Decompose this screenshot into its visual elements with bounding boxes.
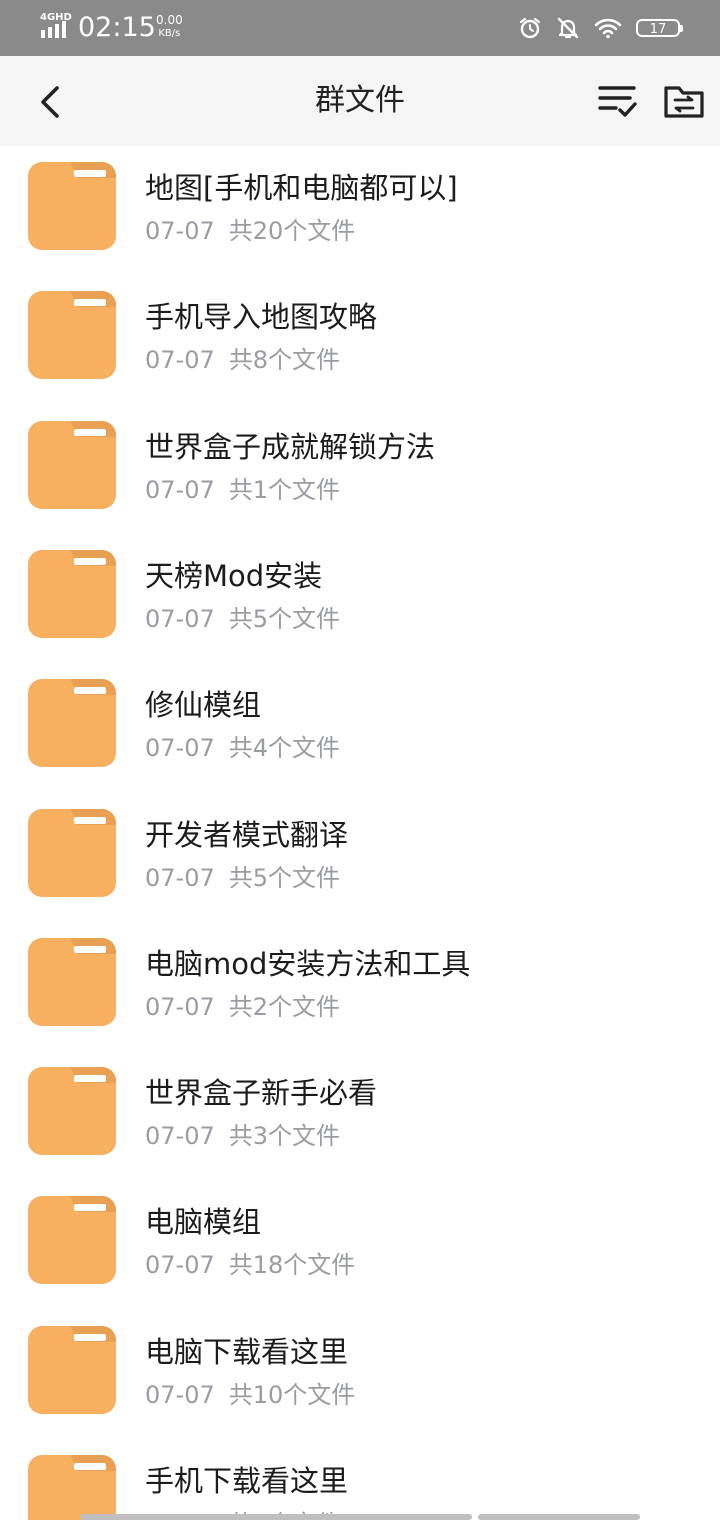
folder-list-item[interactable]: 电脑下载看这里 07-07 共10个文件: [0, 1318, 720, 1447]
folder-meta: 07-07 共5个文件: [145, 604, 340, 634]
folder-date: 07-07: [145, 604, 215, 633]
folder-file-count: 共5个文件: [228, 863, 341, 892]
folder-meta: 07-07 共3个文件: [145, 1121, 340, 1151]
folder-transfer-icon[interactable]: [662, 80, 706, 124]
folder-icon: [28, 420, 116, 509]
app-header: 群文件: [0, 56, 720, 146]
folder-list: 地图[手机和电脑都可以] 07-07 共20个文件 手机导入地图攻略 07-07 共…: [0, 146, 720, 1520]
folder-meta: 07-07 共18个文件: [145, 1250, 355, 1280]
folder-name: 地图[手机和电脑都可以]: [145, 171, 458, 205]
multi-select-icon[interactable]: [596, 80, 640, 124]
folder-date: 07-07: [145, 346, 215, 375]
folder-list-item[interactable]: 世界盒子新手必看 07-07 共3个文件: [0, 1059, 720, 1188]
folder-list-item[interactable]: 地图[手机和电脑都可以] 07-07 共20个文件: [0, 154, 720, 283]
folder-list-item[interactable]: 世界盒子成就解锁方法 07-07 共1个文件: [0, 413, 720, 542]
folder-icon: [28, 1196, 116, 1285]
wifi-icon: [594, 18, 622, 39]
folder-name: 手机下载看这里: [145, 1464, 349, 1498]
folder-date: 07-07: [145, 1251, 215, 1280]
folder-list-item[interactable]: 手机下载看这里 07-07共7个文件: [0, 1447, 720, 1520]
folder-name: 世界盒子成就解锁方法: [145, 429, 436, 464]
folder-file-count: 共10个文件: [228, 1380, 356, 1409]
folder-date: 07-07: [145, 992, 215, 1021]
scroll-indicator: [80, 1514, 640, 1520]
speed-value: 0.00: [156, 13, 183, 27]
folder-date: 07-07: [145, 863, 215, 892]
folder-date: 07-07: [145, 217, 215, 245]
folder-list-item[interactable]: 修仙模组 07-07 共4个文件: [0, 671, 720, 800]
folder-name: 电脑下载看这里: [145, 1334, 349, 1369]
folder-name: 电脑模组: [145, 1205, 262, 1240]
back-icon[interactable]: [30, 80, 74, 124]
folder-icon: [28, 808, 116, 897]
folder-icon: [28, 1325, 116, 1414]
folder-icon: [28, 679, 116, 768]
network-type: 4GHD: [40, 12, 72, 23]
folder-name: 手机导入地图攻略: [145, 300, 378, 335]
folder-date: 07-07: [145, 1380, 215, 1409]
speed-unit: KB/s: [158, 28, 181, 39]
status-icons: 17: [518, 14, 683, 42]
network-speed: 0.00 KB/s: [156, 14, 183, 40]
folder-meta: 07-07 共10个文件: [145, 1380, 355, 1410]
folder-name: 电脑mod安装方法和工具: [145, 946, 471, 981]
folder-name: 天榜Mod安装: [145, 558, 323, 593]
mute-bell-icon: [557, 17, 579, 39]
folder-name: 世界盒子新手必看: [145, 1076, 378, 1111]
folder-icon: [28, 1455, 116, 1520]
folder-icon: [28, 162, 116, 250]
folder-date: 07-07: [145, 475, 215, 504]
alarm-icon: [519, 17, 541, 39]
folder-meta: 07-07 共1个文件: [145, 475, 340, 505]
folder-list-item[interactable]: 电脑mod安装方法和工具 07-07 共2个文件: [0, 930, 720, 1059]
folder-file-count: 共20个文件: [228, 217, 356, 245]
battery-indicator: 17: [636, 19, 683, 37]
folder-icon: [28, 291, 116, 380]
folder-file-count: 共4个文件: [228, 734, 341, 763]
status-bar: 4GHD 02:15 0.00 KB/s 17: [0, 0, 720, 56]
folder-list-item[interactable]: 开发者模式翻译 07-07 共5个文件: [0, 801, 720, 930]
folder-list-item[interactable]: 天榜Mod安装 07-07 共5个文件: [0, 542, 720, 671]
folder-date: 07-07: [145, 734, 215, 763]
folder-name: 开发者模式翻译: [145, 817, 349, 852]
folder-file-count: 共5个文件: [228, 604, 341, 633]
folder-icon: [28, 937, 116, 1026]
folder-list-item[interactable]: 电脑模组 07-07 共18个文件: [0, 1188, 720, 1317]
folder-file-count: 共2个文件: [228, 992, 341, 1021]
folder-icon: [28, 1067, 116, 1156]
folder-meta: 07-07 共20个文件: [145, 216, 355, 246]
clock: 02:15: [78, 12, 156, 43]
folder-meta: 07-07 共5个文件: [145, 863, 340, 893]
folder-meta: 07-07 共4个文件: [145, 733, 340, 763]
folder-list-item[interactable]: 手机导入地图攻略 07-07 共8个文件: [0, 283, 720, 412]
folder-meta: 07-07 共8个文件: [145, 345, 340, 375]
folder-file-count: 共8个文件: [228, 346, 341, 375]
folder-file-count: 共18个文件: [228, 1251, 356, 1280]
folder-date: 07-07: [145, 1122, 215, 1151]
folder-meta: 07-07 共2个文件: [145, 992, 340, 1022]
folder-name: 修仙模组: [145, 688, 262, 723]
folder-file-count: 共1个文件: [228, 475, 341, 504]
folder-icon: [28, 549, 116, 638]
folder-file-count: 共3个文件: [228, 1122, 341, 1151]
